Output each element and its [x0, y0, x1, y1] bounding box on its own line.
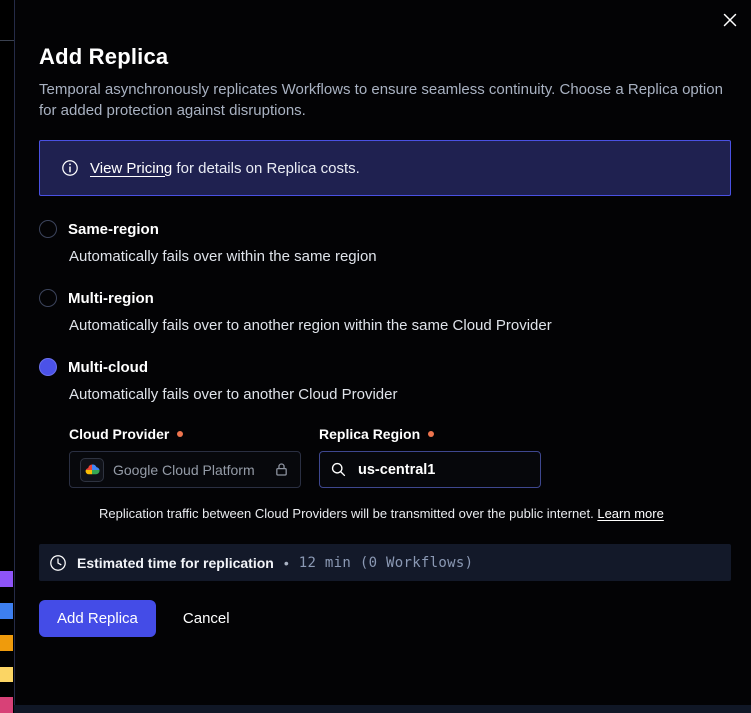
option-label: Same-region — [68, 221, 159, 238]
view-pricing-link[interactable]: View Pricing — [90, 160, 172, 177]
option-description: Automatically fails over to another Clou… — [69, 386, 731, 403]
page-behind-color-block — [0, 635, 13, 651]
pricing-banner-text: for details on Replica costs. — [172, 160, 360, 177]
pricing-info-banner: View Pricing for details on Replica cost… — [39, 140, 731, 196]
page-behind-color-block — [0, 603, 13, 619]
option-multi-region: Multi-region Automatically fails over to… — [39, 289, 731, 334]
radio-same-region[interactable]: Same-region — [39, 220, 731, 238]
option-label: Multi-cloud — [68, 359, 148, 376]
radio-multi-cloud[interactable]: Multi-cloud — [39, 358, 731, 376]
estimate-value: 12 min (0 Workflows) — [299, 555, 474, 571]
required-dot-icon — [177, 431, 183, 437]
multi-cloud-form: Cloud Provider Replica Region — [69, 426, 731, 521]
cloud-provider-field: Google Cloud Platform — [69, 451, 301, 488]
add-replica-modal: Add Replica Temporal asynchronously repl… — [14, 0, 751, 705]
page-behind-strip — [0, 0, 14, 713]
add-replica-button[interactable]: Add Replica — [39, 600, 156, 637]
public-internet-note: Replication traffic between Cloud Provid… — [99, 506, 731, 521]
replica-region-input[interactable] — [356, 461, 530, 479]
option-multi-cloud: Multi-cloud Automatically fails over to … — [39, 358, 731, 521]
radio-circle-icon[interactable] — [39, 289, 57, 307]
page-behind-divider — [0, 40, 14, 41]
option-description: Automatically fails over to another regi… — [69, 317, 731, 334]
google-cloud-logo — [80, 458, 104, 482]
modal-title: Add Replica — [39, 0, 731, 70]
cloud-provider-label: Cloud Provider — [69, 426, 319, 442]
option-description: Automatically fails over within the same… — [69, 248, 731, 265]
radio-circle-selected-icon[interactable] — [39, 358, 57, 376]
page-behind-bottom-band — [14, 705, 751, 713]
estimate-banner: Estimated time for replication • 12 min … — [39, 544, 731, 581]
required-dot-icon — [428, 431, 434, 437]
page-behind-color-block — [0, 667, 13, 682]
info-circle-icon — [61, 159, 79, 177]
option-same-region: Same-region Automatically fails over wit… — [39, 220, 731, 265]
page-behind-color-block — [0, 571, 13, 587]
replica-region-label: Replica Region — [319, 426, 569, 442]
radio-circle-icon[interactable] — [39, 220, 57, 238]
replica-region-field[interactable] — [319, 451, 541, 488]
learn-more-link[interactable]: Learn more — [597, 506, 663, 521]
estimate-label: Estimated time for replication — [77, 555, 274, 571]
radio-multi-region[interactable]: Multi-region — [39, 289, 731, 307]
page-behind-color-block — [0, 697, 13, 713]
search-icon — [330, 461, 347, 478]
cloud-provider-value: Google Cloud Platform — [113, 462, 264, 478]
lock-icon — [273, 461, 290, 478]
option-label: Multi-region — [68, 290, 154, 307]
clock-icon — [49, 554, 67, 572]
estimate-separator: • — [284, 555, 289, 571]
cancel-button[interactable]: Cancel — [183, 610, 230, 627]
modal-actions: Add Replica Cancel — [39, 600, 731, 637]
modal-description: Temporal asynchronously replicates Workf… — [39, 79, 731, 121]
